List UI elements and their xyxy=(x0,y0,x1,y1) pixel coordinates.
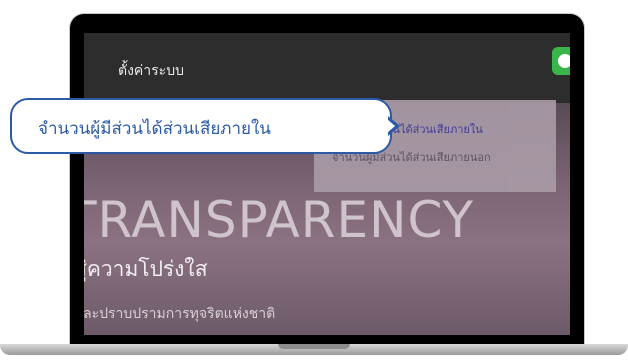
add-icon xyxy=(558,54,570,68)
add-button[interactable] xyxy=(552,47,570,75)
callout-text: จำนวนผู้มีส่วนได้ส่วนเสียภายใน xyxy=(38,119,271,139)
top-bar: ตั้งค่าระบบ xyxy=(84,33,570,103)
laptop-screen: ตั้งค่าระบบ TRANSPARENCY สู่ความโปร่งใส … xyxy=(84,33,570,335)
callout-label: จำนวนผู้มีส่วนได้ส่วนเสียภายใน xyxy=(10,98,392,154)
callout-pointer-inner xyxy=(387,119,395,133)
hero-title: TRANSPARENCY xyxy=(84,191,475,249)
page-title: ตั้งค่าระบบ xyxy=(118,63,184,79)
hero-subtitle: สู่ความโปร่งใส xyxy=(84,257,208,281)
hero-tagline: และปราบปรามการทุจริตแห่งชาติ xyxy=(84,306,276,322)
laptop-notch xyxy=(278,344,350,349)
